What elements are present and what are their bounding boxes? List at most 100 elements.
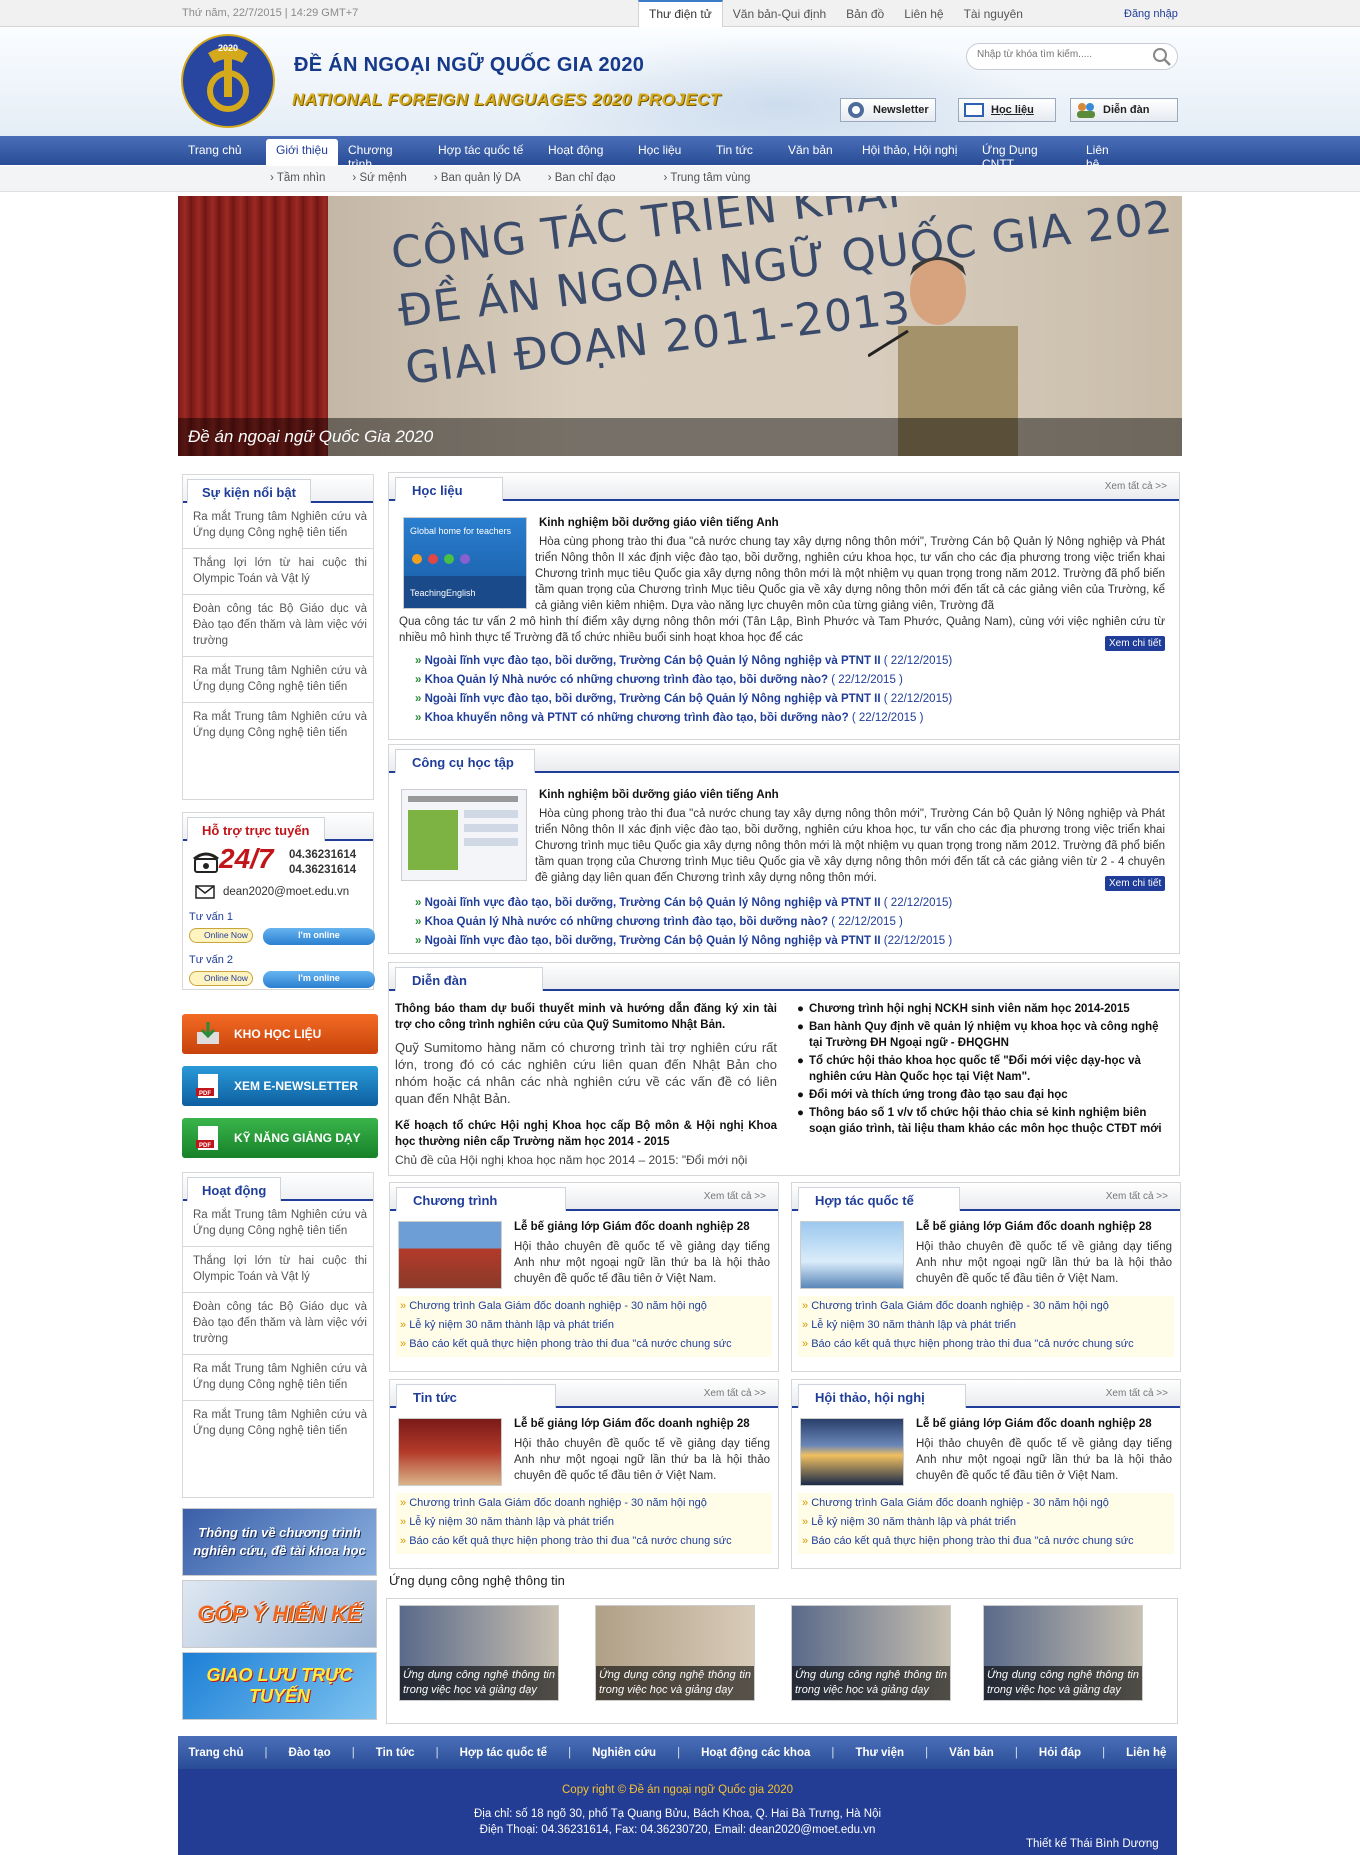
teaching-skills-button[interactable]: PDF KỸ NĂNG GIẢNG DẠY [182,1118,378,1158]
app-item[interactable]: Ứng dụng công nghệ thông tin trong việc … [399,1605,559,1701]
activity-item[interactable]: Ra mắt Trung tâm Nghiên cứu và Ứng dụng … [183,1401,373,1446]
event-item[interactable]: Ra mắt Trung tâm Nghiên cứu và Ứng dụng … [183,503,373,549]
diendan-button[interactable]: Diễn đàn [1070,98,1178,122]
app-item[interactable]: Ứng dụng công nghệ thông tin trong việc … [983,1605,1143,1701]
international-thumbnail[interactable] [800,1221,904,1289]
top-link-resources[interactable]: Tài nguyên [954,0,1033,27]
news-more[interactable]: Xem tất cả >> [704,1388,766,1399]
app-item[interactable]: Ứng dụng công nghệ thông tin trong việc … [791,1605,951,1701]
advisor-1-badge[interactable]: Online Now [189,928,253,943]
subnav-item[interactable]: › Ban chỉ đạo [548,172,616,184]
nav-conferences[interactable]: Hội thảo, Hội nghị [852,136,972,165]
subnav-item[interactable]: › Tầm nhìn [270,172,325,184]
international-link[interactable]: Chương trình Gala Giám đốc doanh nghiệp … [802,1298,1170,1317]
nav-international[interactable]: Hợp tác quốc tế [428,136,538,165]
hoclieu-link[interactable]: Khoa Quản lý Nhà nước có những chương tr… [415,674,952,693]
nav-it[interactable]: Ứng Dụng CNTT [972,136,1076,171]
program-thumbnail[interactable] [398,1221,502,1289]
hoclieu-headline[interactable]: Kinh nghiệm bồi dưỡng giáo viên tiếng An… [539,517,779,529]
congcu-link[interactable]: Ngoài lĩnh vực đào tạo, bồi dưỡng, Trườn… [415,935,953,954]
conference-thumbnail[interactable] [800,1418,904,1486]
international-more[interactable]: Xem tất cả >> [1106,1191,1168,1202]
conference-link[interactable]: Báo cáo kết quả thực hiện phong trào thi… [802,1533,1170,1552]
nav-home[interactable]: Trang chủ [178,136,266,165]
international-headline[interactable]: Lễ bế giảng lớp Giám đốc doanh nghiệp 28 [916,1221,1152,1233]
footer-link[interactable]: Tin tức [376,1747,415,1759]
hoclieu-link[interactable]: Ngoài lĩnh vực đào tạo, bồi dưỡng, Trườn… [415,655,953,674]
activity-item[interactable]: Ra mắt Trung tâm Nghiên cứu và Ứng dụng … [183,1355,373,1401]
event-item[interactable]: Thắng lợi lớn từ hai cuộc thi Olympic To… [183,549,373,595]
nav-program[interactable]: Chương trình [338,136,428,171]
news-headline[interactable]: Lễ bế giảng lớp Giám đốc doanh nghiệp 28 [514,1418,750,1430]
footer-link[interactable]: Hỏi đáp [1039,1747,1081,1759]
nav-contact[interactable]: Liên hệ [1076,136,1128,171]
event-item[interactable]: Đoàn công tác Bộ Giáo dục và Đào tạo đến… [183,595,373,657]
subnav-item[interactable]: › Sứ mệnh [352,172,406,184]
hoclieu-link[interactable]: Ngoài lĩnh vực đào tạo, bồi dưỡng, Trườn… [415,693,953,712]
nav-intro[interactable]: Giới thiệu [266,139,338,165]
advisor-2-status[interactable]: I'm online [263,971,375,988]
footer-link[interactable]: Trang chủ [189,1747,244,1759]
subnav-item[interactable]: › Trung tâm vùng [664,172,751,184]
hoclieu-detail-button[interactable]: Xem chi tiết [1105,636,1166,651]
program-link[interactable]: Báo cáo kết quả thực hiện phong trào thi… [400,1336,768,1355]
top-link-map[interactable]: Bản đồ [836,0,894,27]
hoclieu-button[interactable]: Học liệu [958,98,1056,122]
event-item[interactable]: Ra mắt Trung tâm Nghiên cứu và Ứng dụng … [183,703,373,748]
top-link-email[interactable]: Thư điện tử [638,0,723,27]
activity-item[interactable]: Thắng lợi lớn từ hai cuộc thi Olympic To… [183,1247,373,1293]
forum-list-item[interactable]: ● Đổi mới và thích ứng trong đào tạo sau … [797,1087,1173,1103]
enewsletter-button[interactable]: PDF XEM E-NEWSLETTER [182,1066,378,1106]
news-thumbnail[interactable] [398,1418,502,1486]
forum-list-item[interactable]: ● Ban hành Quy định về quản lý nhiệm vụ k… [797,1019,1173,1051]
activity-item[interactable]: Ra mắt Trung tâm Nghiên cứu và Ứng dụng … [183,1201,373,1247]
conference-link[interactable]: Lễ kỷ niệm 30 năm thành lập và phát triể… [802,1514,1170,1533]
newsletter-button[interactable]: Newsletter [840,98,936,122]
project-logo[interactable]: 2020 [178,33,278,129]
footer-link[interactable]: Đào tạo [289,1747,331,1759]
conference-more[interactable]: Xem tất cả >> [1106,1388,1168,1399]
footer-link[interactable]: Liên hệ [1126,1747,1166,1759]
conference-link[interactable]: Chương trình Gala Giám đốc doanh nghiệp … [802,1495,1170,1514]
program-link[interactable]: Chương trình Gala Giám đốc doanh nghiệp … [400,1298,768,1317]
congcu-link[interactable]: Ngoài lĩnh vực đào tạo, bồi dưỡng, Trườn… [415,897,953,916]
hoclieu-more[interactable]: Xem tất cả >> [1105,481,1167,492]
app-item[interactable]: Ứng dụng công nghệ thông tin trong việc … [595,1605,755,1701]
forum-post-1-title[interactable]: Thông báo tham dự buổi thuyết minh và hư… [395,1001,777,1033]
nav-documents[interactable]: Văn bản [778,136,852,165]
congcu-link[interactable]: Khoa Quản lý Nhà nước có những chương tr… [415,916,952,935]
news-link[interactable]: Báo cáo kết quả thực hiện phong trào thi… [400,1533,768,1552]
nav-learning[interactable]: Học liệu [628,136,706,165]
congcu-headline[interactable]: Kinh nghiệm bồi dưỡng giáo viên tiếng An… [539,789,779,801]
forum-list-item[interactable]: ● Chương trình hội nghị NCKH sinh viên nă… [797,1001,1173,1017]
event-item[interactable]: Ra mắt Trung tâm Nghiên cứu và Ứng dụng … [183,657,373,703]
top-link-documents[interactable]: Văn bản-Qui định [723,0,836,27]
conference-headline[interactable]: Lễ bế giảng lớp Giám đốc doanh nghiệp 28 [916,1418,1152,1430]
footer-link[interactable]: Hợp tác quốc tế [460,1747,547,1759]
advisor-2-badge[interactable]: Online Now [189,971,253,986]
designer-credit[interactable]: Thiết kế Thái Bình Dương [1026,1838,1159,1850]
forum-list-item[interactable]: ● Tổ chức hội thảo khoa học quốc tế "Đổi … [797,1053,1173,1085]
activity-item[interactable]: Đoàn công tác Bộ Giáo dục và Đào tạo đến… [183,1293,373,1355]
top-link-contact[interactable]: Liên hệ [894,0,953,27]
footer-link[interactable]: Hoạt động các khoa [701,1747,810,1759]
search-icon[interactable] [1152,47,1172,67]
international-link[interactable]: Báo cáo kết quả thực hiện phong trào thi… [802,1336,1170,1355]
feedback-banner[interactable]: GÓP Ý HIẾN KẾ [182,1580,377,1648]
hoclieu-link[interactable]: Khoa khuyến nông và PTNT có những chương… [415,712,952,731]
search-input[interactable] [977,49,1137,60]
library-button[interactable]: KHO HỌC LIỆU [182,1014,378,1054]
footer-link[interactable]: Nghiên cứu [592,1747,656,1759]
nav-activities[interactable]: Hoạt động [538,136,628,165]
news-link[interactable]: Chương trình Gala Giám đốc doanh nghiệp … [400,1495,768,1514]
advisor-1-status[interactable]: I'm online [263,928,375,945]
footer-link[interactable]: Văn bản [949,1747,994,1759]
research-info-banner[interactable]: Thông tin về chương trình nghiên cứu, đề… [182,1508,377,1576]
congcu-thumbnail[interactable] [401,789,527,881]
support-email[interactable]: dean2020@moet.edu.vn [223,886,349,898]
footer-link[interactable]: Thư viện [855,1747,904,1759]
news-link[interactable]: Lễ kỷ niệm 30 năm thành lập và phát triể… [400,1514,768,1533]
hoclieu-thumbnail[interactable]: Global home for teachers TeachingEnglish [403,517,527,609]
international-link[interactable]: Lễ kỷ niệm 30 năm thành lập và phát triể… [802,1317,1170,1336]
subnav-item[interactable]: › Ban quản lý DA [434,172,521,184]
